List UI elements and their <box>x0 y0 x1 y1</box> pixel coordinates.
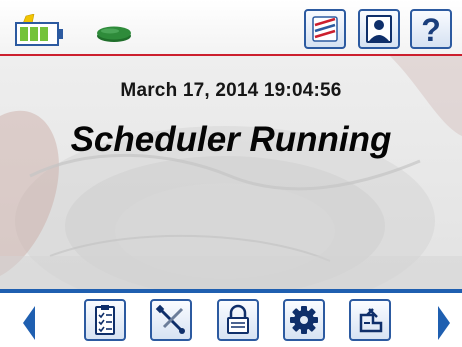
user-button[interactable] <box>358 9 400 49</box>
user-icon <box>366 15 392 43</box>
chart-button[interactable] <box>304 9 346 49</box>
arrow-right-icon <box>438 306 450 340</box>
checklist-button[interactable] <box>84 299 126 341</box>
settings-button[interactable] <box>283 299 325 341</box>
arrow-left-icon <box>23 306 35 340</box>
bottom-nav <box>0 293 462 347</box>
tools-button[interactable] <box>150 299 192 341</box>
nav-next-arrow[interactable] <box>436 306 452 340</box>
top-status-bar: ? <box>0 0 462 54</box>
valve-button[interactable] <box>349 299 391 341</box>
lock-button[interactable] <box>217 299 259 341</box>
checklist-icon <box>95 305 115 335</box>
nav-prev-arrow[interactable] <box>21 306 37 340</box>
battery-charging-icon <box>14 13 72 48</box>
chart-lines-icon <box>312 16 338 42</box>
wrench-screwdriver-icon <box>155 304 185 334</box>
scheduler-status: Scheduler Running <box>70 120 392 159</box>
status-panel: March 17, 2014 19:04:56 Scheduler Runnin… <box>0 56 462 289</box>
svg-text:?: ? <box>421 12 441 47</box>
datetime-display: March 17, 2014 19:04:56 <box>120 80 342 101</box>
status-led-icon <box>96 25 132 43</box>
gear-icon <box>290 306 318 334</box>
valve-icon <box>359 308 383 333</box>
controller-screen: ? March 17, 2014 19:04:56 Scheduler Runn… <box>0 0 462 347</box>
help-icon: ? <box>421 12 441 47</box>
lock-icon <box>227 304 249 334</box>
help-button[interactable]: ? <box>410 9 452 49</box>
